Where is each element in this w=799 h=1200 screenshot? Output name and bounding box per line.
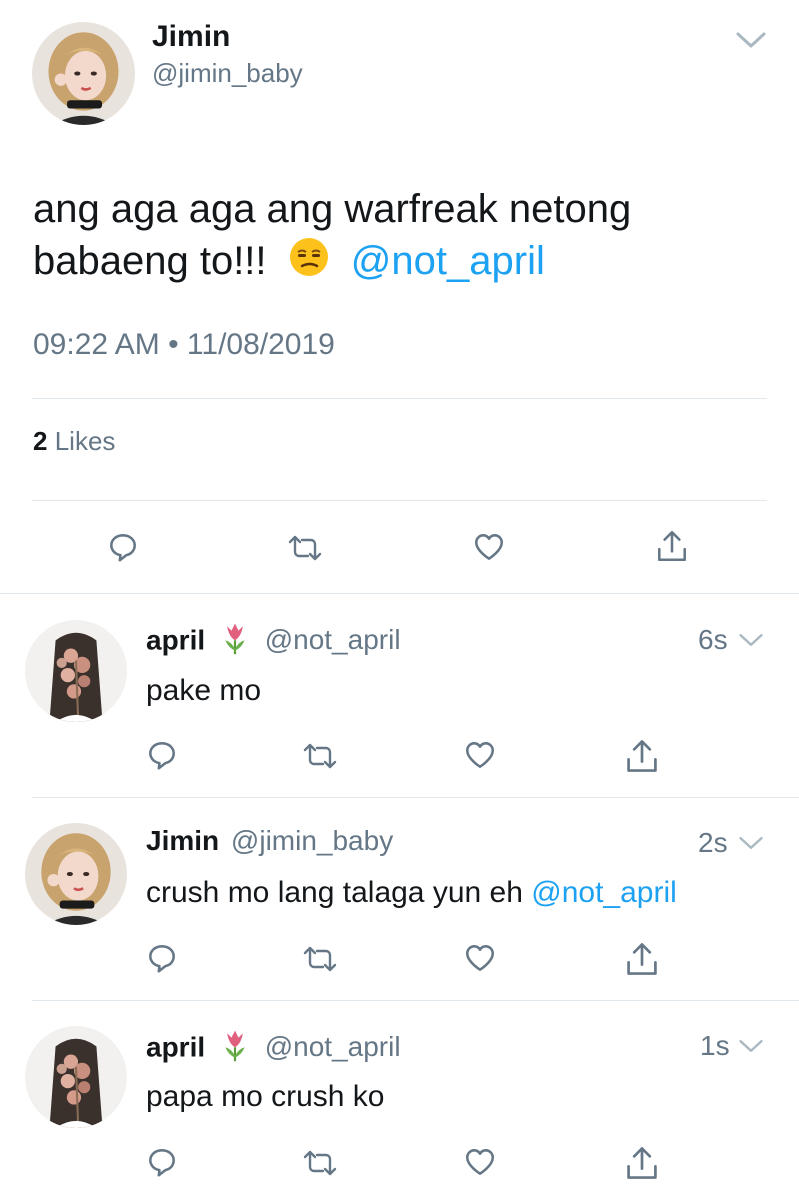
divider <box>32 398 767 399</box>
reply-time[interactable]: 1s <box>700 1030 730 1062</box>
reply-text: papa mo crush ko <box>146 1080 385 1113</box>
reply-time[interactable]: 6s <box>698 624 728 656</box>
reply-header: april @not_april <box>146 621 401 663</box>
retweet-icon[interactable] <box>300 1147 340 1179</box>
reply-icon[interactable] <box>106 530 140 564</box>
reply-icon[interactable] <box>145 738 179 772</box>
retweet-icon[interactable] <box>300 740 340 772</box>
author-name[interactable]: april <box>146 624 205 655</box>
likes-count: 2 <box>33 426 48 456</box>
reply-icon[interactable] <box>145 941 179 975</box>
chevron-down-icon[interactable] <box>738 632 764 648</box>
divider <box>32 797 799 798</box>
share-icon[interactable] <box>624 737 660 775</box>
share-icon[interactable] <box>655 528 689 564</box>
divider <box>32 500 767 501</box>
tweet-text: ang aga aga ang warfreak netong babaeng … <box>33 183 773 291</box>
author-handle[interactable]: @jimin_baby <box>231 825 393 856</box>
likes-label: Likes <box>54 426 116 456</box>
like-icon[interactable] <box>463 941 497 975</box>
author-handle[interactable]: @jimin_baby <box>152 58 303 89</box>
tulip-icon <box>221 1028 249 1070</box>
retweet-icon[interactable] <box>300 943 340 975</box>
reply-icon[interactable] <box>145 1145 179 1179</box>
author-handle[interactable]: @not_april <box>265 1031 401 1062</box>
author-name[interactable]: Jimin <box>152 20 230 54</box>
avatar[interactable] <box>25 1026 127 1128</box>
likes-summary[interactable]: 2 Likes <box>33 426 115 457</box>
timestamp[interactable]: 09:22 AM • 11/08/2019 <box>33 328 335 362</box>
mention-link[interactable]: @not_april <box>531 876 677 909</box>
like-icon[interactable] <box>463 1145 497 1179</box>
like-icon[interactable] <box>472 530 506 564</box>
share-icon[interactable] <box>624 940 660 978</box>
retweet-icon[interactable] <box>285 532 325 564</box>
chevron-down-icon[interactable] <box>735 30 767 50</box>
unamused-face-icon <box>288 236 330 291</box>
reply-header: april @not_april <box>146 1028 401 1070</box>
avatar[interactable] <box>32 22 135 125</box>
author-name[interactable]: april <box>146 1031 205 1062</box>
author-name[interactable]: Jimin <box>146 825 219 856</box>
reply-header: Jimin @jimin_baby <box>146 825 393 857</box>
avatar[interactable] <box>25 620 127 722</box>
avatar[interactable] <box>25 823 127 925</box>
reply-time[interactable]: 2s <box>698 827 728 859</box>
chevron-down-icon[interactable] <box>738 835 764 851</box>
reply-text: pake mo <box>146 674 262 707</box>
divider <box>32 1000 799 1001</box>
share-icon[interactable] <box>624 1144 660 1182</box>
tweet-text-line1: ang aga aga ang warfreak netong <box>33 187 632 231</box>
mention-link[interactable]: @not_april <box>351 239 545 283</box>
chevron-down-icon[interactable] <box>738 1038 764 1054</box>
like-icon[interactable] <box>463 738 497 772</box>
author-handle[interactable]: @not_april <box>265 624 401 655</box>
reply-text-body: crush mo lang talaga yun eh <box>146 876 523 909</box>
tulip-icon <box>221 621 249 663</box>
tweet-text-line2: babaeng to!!! @not_april <box>33 235 773 291</box>
tweet-text-part2: babaeng to!!! <box>33 239 267 283</box>
divider <box>0 593 799 594</box>
reply-text: crush mo lang talaga yun eh @not_april <box>146 876 677 910</box>
